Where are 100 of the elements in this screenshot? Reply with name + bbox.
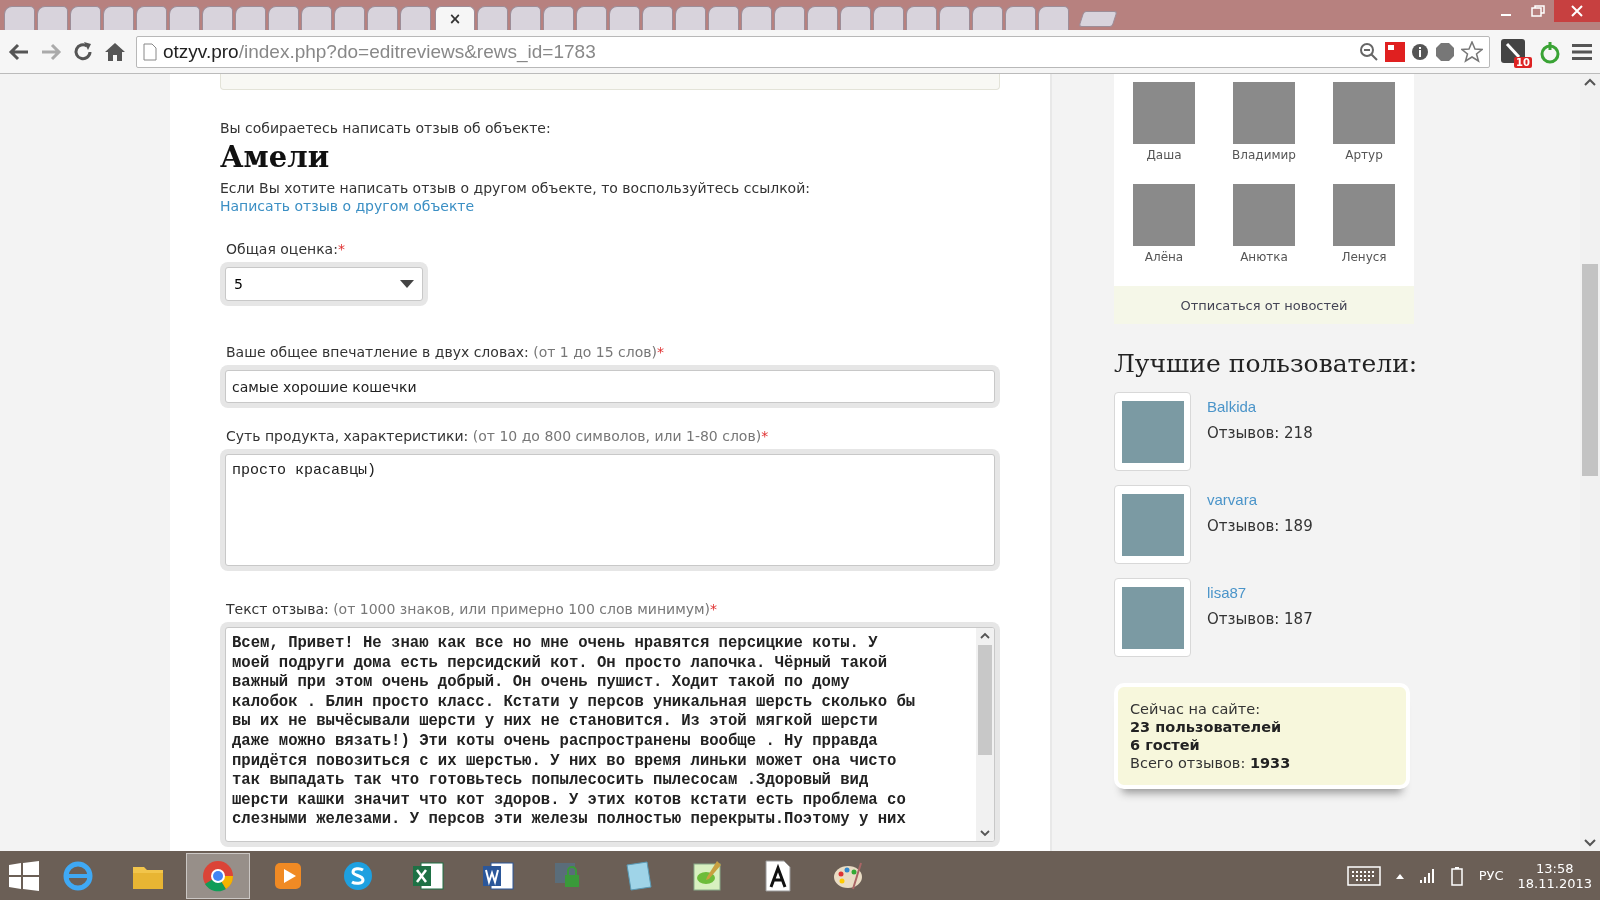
notification-badge: 10 bbox=[1514, 56, 1532, 68]
friend-name[interactable]: Ленуся bbox=[1341, 250, 1387, 264]
browser-tab[interactable] bbox=[675, 6, 706, 30]
restore-icon[interactable] bbox=[1531, 5, 1545, 17]
language-indicator[interactable]: РУС bbox=[1478, 868, 1504, 883]
text-line: даже можно вязать!) Эти коты очень распространены вообще . Ну прравда bbox=[232, 731, 879, 752]
browser-tab[interactable] bbox=[873, 6, 904, 30]
browser-icon bbox=[201, 858, 235, 893]
browser-tab[interactable] bbox=[367, 6, 398, 30]
review-textarea[interactable] bbox=[225, 627, 995, 842]
scroll-down-icon[interactable] bbox=[980, 830, 990, 837]
browser-tab[interactable] bbox=[202, 6, 233, 30]
signal-bars-icon[interactable] bbox=[1418, 867, 1435, 884]
field-label: Общая оценка: bbox=[226, 241, 338, 257]
browser-tab[interactable] bbox=[136, 6, 167, 30]
browser-tab[interactable] bbox=[906, 6, 937, 30]
keyboard-icon[interactable] bbox=[1346, 865, 1381, 886]
browser-tab[interactable] bbox=[477, 6, 508, 30]
friend-name[interactable]: Владимир bbox=[1232, 148, 1296, 162]
browser-tab[interactable] bbox=[400, 6, 431, 30]
browser-tab[interactable] bbox=[939, 6, 970, 30]
tab-close-button[interactable]: × bbox=[448, 9, 462, 28]
zoom-out-icon[interactable] bbox=[1359, 41, 1379, 62]
browser-tab[interactable] bbox=[1038, 6, 1069, 30]
browser-tab[interactable] bbox=[642, 6, 673, 30]
browser-tab[interactable] bbox=[807, 6, 838, 30]
scroll-down-icon[interactable] bbox=[1584, 839, 1596, 847]
review-count: Отзывов: 218 bbox=[1207, 424, 1313, 442]
clock-date[interactable]: 18.11.2013 bbox=[1517, 875, 1592, 891]
menu-icon[interactable] bbox=[1572, 42, 1592, 61]
browser-tab[interactable] bbox=[4, 6, 35, 30]
browser-tab[interactable] bbox=[169, 6, 200, 30]
friend-name[interactable]: Анютка bbox=[1240, 250, 1288, 264]
browser-tab[interactable] bbox=[37, 6, 68, 30]
text-line: моей подруги дома есть персидский кот. Он просто лапочка. Чёрный такой bbox=[232, 653, 889, 673]
forward-icon[interactable] bbox=[40, 41, 62, 62]
scroll-up-icon[interactable] bbox=[1584, 78, 1596, 86]
scroll-up-icon[interactable] bbox=[980, 632, 990, 639]
photo-placeholder[interactable] bbox=[1121, 400, 1184, 463]
extension-icon[interactable] bbox=[1385, 41, 1405, 62]
url-text: otzyv.pro/index.php?do=editreviews&rews_id=1783 bbox=[163, 40, 597, 63]
impression-input[interactable]: самые хорошие кошечки bbox=[225, 370, 995, 403]
text-line: придётся повозиться с их шерстью. У них во время линьки может она чисто bbox=[232, 751, 898, 772]
text-line: слезными железами. У персов эти железы полностью перекрыты.Поэтому у них bbox=[232, 810, 907, 830]
rating-dropdown[interactable]: 5 bbox=[225, 267, 423, 301]
info-icon[interactable] bbox=[1411, 42, 1429, 61]
other-object-link[interactable]: Написать отзыв о другом объекте bbox=[220, 198, 475, 214]
browser-tab[interactable] bbox=[774, 6, 805, 30]
text-line: так выпадать так что готовьтесь попылесосить пылесосам .Здоровый вид bbox=[232, 771, 870, 791]
required-mark: * bbox=[710, 601, 718, 617]
field-label: Ваше общее впечатление в двух словах: bbox=[226, 344, 529, 360]
total-label: Всего отзывов: bbox=[1130, 755, 1246, 771]
address-bar[interactable]: otzyv.pro/index.php?do=editreviews&rews_id=1783 bbox=[136, 35, 1490, 68]
browser-tab[interactable] bbox=[103, 6, 134, 30]
browser-tab[interactable] bbox=[268, 6, 299, 30]
unsubscribe-link[interactable]: Отписаться от новостей bbox=[1114, 286, 1414, 324]
browser-tab[interactable] bbox=[840, 6, 871, 30]
star-icon[interactable] bbox=[1461, 40, 1483, 63]
browser-tab[interactable] bbox=[235, 6, 266, 30]
friend-name[interactable]: Даша bbox=[1146, 148, 1182, 162]
friend-name[interactable]: Алёна bbox=[1144, 250, 1184, 264]
scrollbar-thumb[interactable] bbox=[1582, 264, 1598, 476]
required-mark: * bbox=[761, 428, 769, 444]
essence-textarea[interactable]: просто красавцы) bbox=[225, 454, 995, 566]
windows-logo-icon[interactable] bbox=[8, 859, 40, 892]
textarea-scrollbar[interactable] bbox=[976, 628, 994, 841]
intro-text: Вы собираетесь написать отзыв об объекте: bbox=[220, 120, 552, 136]
review-count: Отзывов: 189 bbox=[1207, 517, 1313, 535]
browser-tab[interactable] bbox=[543, 6, 574, 30]
browser-tab[interactable]: × bbox=[435, 6, 475, 30]
photo-placeholder[interactable] bbox=[1121, 586, 1184, 649]
browser-tab[interactable] bbox=[708, 6, 739, 30]
back-icon[interactable] bbox=[8, 41, 30, 62]
browser-tab[interactable] bbox=[510, 6, 541, 30]
reload-icon[interactable] bbox=[72, 40, 94, 63]
battery-icon[interactable] bbox=[1448, 865, 1465, 886]
text-line: вы их не вычёсывали шерсти у них не становится. Из этой мягкой шерсти bbox=[232, 712, 879, 732]
text-line: важный при этом очень добрый. Он очень пушист. Ходит такой по дому bbox=[232, 673, 851, 693]
field-label: Суть продукта, характеристики: bbox=[226, 428, 469, 444]
friend-name[interactable]: Артур bbox=[1345, 148, 1383, 162]
stop-sign-icon[interactable] bbox=[1435, 41, 1455, 62]
browser-tab[interactable] bbox=[576, 6, 607, 30]
browser-tab[interactable] bbox=[1005, 6, 1036, 30]
section-heading: Лучшие пользователи: bbox=[1114, 349, 1419, 378]
clock-time[interactable]: 13:58 bbox=[1536, 860, 1574, 876]
browser-tab[interactable] bbox=[741, 6, 772, 30]
browser-tab[interactable] bbox=[70, 6, 101, 30]
required-mark: * bbox=[657, 344, 665, 360]
browser-tab[interactable] bbox=[334, 6, 365, 30]
scrollbar-thumb[interactable] bbox=[978, 645, 992, 755]
field-hint: (от 1 до 15 слов) bbox=[533, 344, 658, 360]
home-icon[interactable] bbox=[104, 41, 126, 62]
photo-placeholder[interactable] bbox=[1121, 493, 1184, 556]
new-tab-button[interactable] bbox=[1078, 11, 1118, 27]
close-icon[interactable] bbox=[1571, 5, 1583, 17]
browser-tab[interactable] bbox=[301, 6, 332, 30]
browser-tab[interactable] bbox=[972, 6, 1003, 30]
object-title: Амели bbox=[220, 140, 331, 174]
browser-tab[interactable] bbox=[609, 6, 640, 30]
dropdown-caret-icon bbox=[400, 280, 414, 288]
